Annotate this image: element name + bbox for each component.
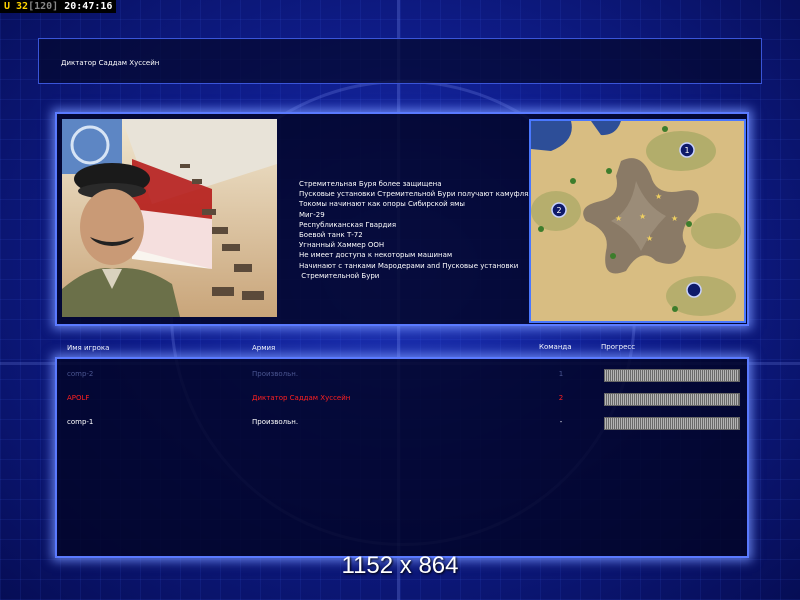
info-line: Боевой танк Т-72	[299, 231, 363, 240]
start-position-1-label: 1	[684, 146, 689, 155]
header-progress: Прогресс	[601, 343, 636, 351]
faction-info-panel: Стремительная Буря более защищена Пусков…	[55, 112, 749, 326]
header-army: Армия	[252, 344, 276, 352]
loading-progress-bar	[604, 369, 740, 382]
info-line: Республиканская Гвардия	[299, 220, 397, 229]
minimap[interactable]: ★ ★ ★ ★ ★ 1 2	[529, 119, 746, 323]
player-name: APOLF	[67, 394, 90, 402]
player-team[interactable]: 2	[551, 394, 571, 402]
svg-text:★: ★	[655, 192, 662, 201]
player-row: APOLF Диктатор Саддам Хуссейн 2	[57, 389, 747, 409]
start-position-1[interactable]: 1	[679, 142, 695, 158]
player-row: comp-1 Произвольн. -	[57, 413, 747, 433]
status-bar: U 32[120] 20:47:16	[0, 0, 117, 13]
header-player-name: Имя игрока	[67, 344, 110, 352]
start-position-3[interactable]	[686, 282, 702, 298]
player-row: comp-2 Произвольн. 1	[57, 365, 747, 385]
player-army[interactable]: Диктатор Саддам Хуссейн	[252, 394, 350, 402]
start-position-2[interactable]: 2	[551, 202, 567, 218]
unit-count: U 32	[4, 1, 29, 12]
player-name: comp-2	[67, 370, 94, 378]
unit-max: [120]	[28, 1, 59, 12]
resolution-label: 1152 x 864	[341, 552, 459, 579]
info-line: Не имеет доступа к некоторым машинам	[299, 251, 453, 260]
info-line: Пусковые установки Стремительной Бури по…	[299, 190, 535, 199]
svg-text:★: ★	[646, 234, 653, 243]
player-name: comp-1	[67, 418, 94, 426]
minimap-terrain: ★ ★ ★ ★ ★ 1 2	[531, 121, 744, 321]
info-line: Угнанный Хаммер ООН	[299, 241, 385, 250]
header-team: Команда	[539, 343, 572, 351]
svg-text:★: ★	[615, 214, 622, 223]
clock: 20:47:16	[64, 1, 113, 12]
info-line: Токомы начинают как опоры Сибирской ямы	[299, 200, 465, 209]
players-table: comp-2 Произвольн. 1 APOLF Диктатор Садд…	[55, 357, 749, 558]
faction-description: Стремительная Буря более защищена Пусков…	[299, 179, 535, 281]
loading-progress-bar	[604, 393, 740, 406]
screen-title: Диктатор Саддам Хуссейн	[61, 59, 160, 67]
faction-portrait	[62, 119, 277, 317]
player-team[interactable]: -	[551, 418, 571, 426]
info-line: Стремительной Бури	[299, 271, 380, 280]
player-army[interactable]: Произвольн.	[252, 370, 298, 378]
start-position-2-label: 2	[556, 206, 561, 215]
loading-progress-bar	[604, 417, 740, 430]
info-line: Стремительная Буря более защищена	[299, 180, 442, 188]
svg-text:★: ★	[671, 214, 678, 223]
player-army[interactable]: Произвольн.	[252, 418, 298, 426]
general-portrait-image	[62, 119, 277, 317]
info-line: Начинают с танками Мародерами and Пусков…	[299, 261, 519, 270]
player-team[interactable]: 1	[551, 370, 571, 378]
info-line: Миг-29	[299, 210, 325, 219]
header-frame: Диктатор Саддам Хуссейн	[38, 38, 762, 84]
svg-text:★: ★	[639, 212, 646, 221]
